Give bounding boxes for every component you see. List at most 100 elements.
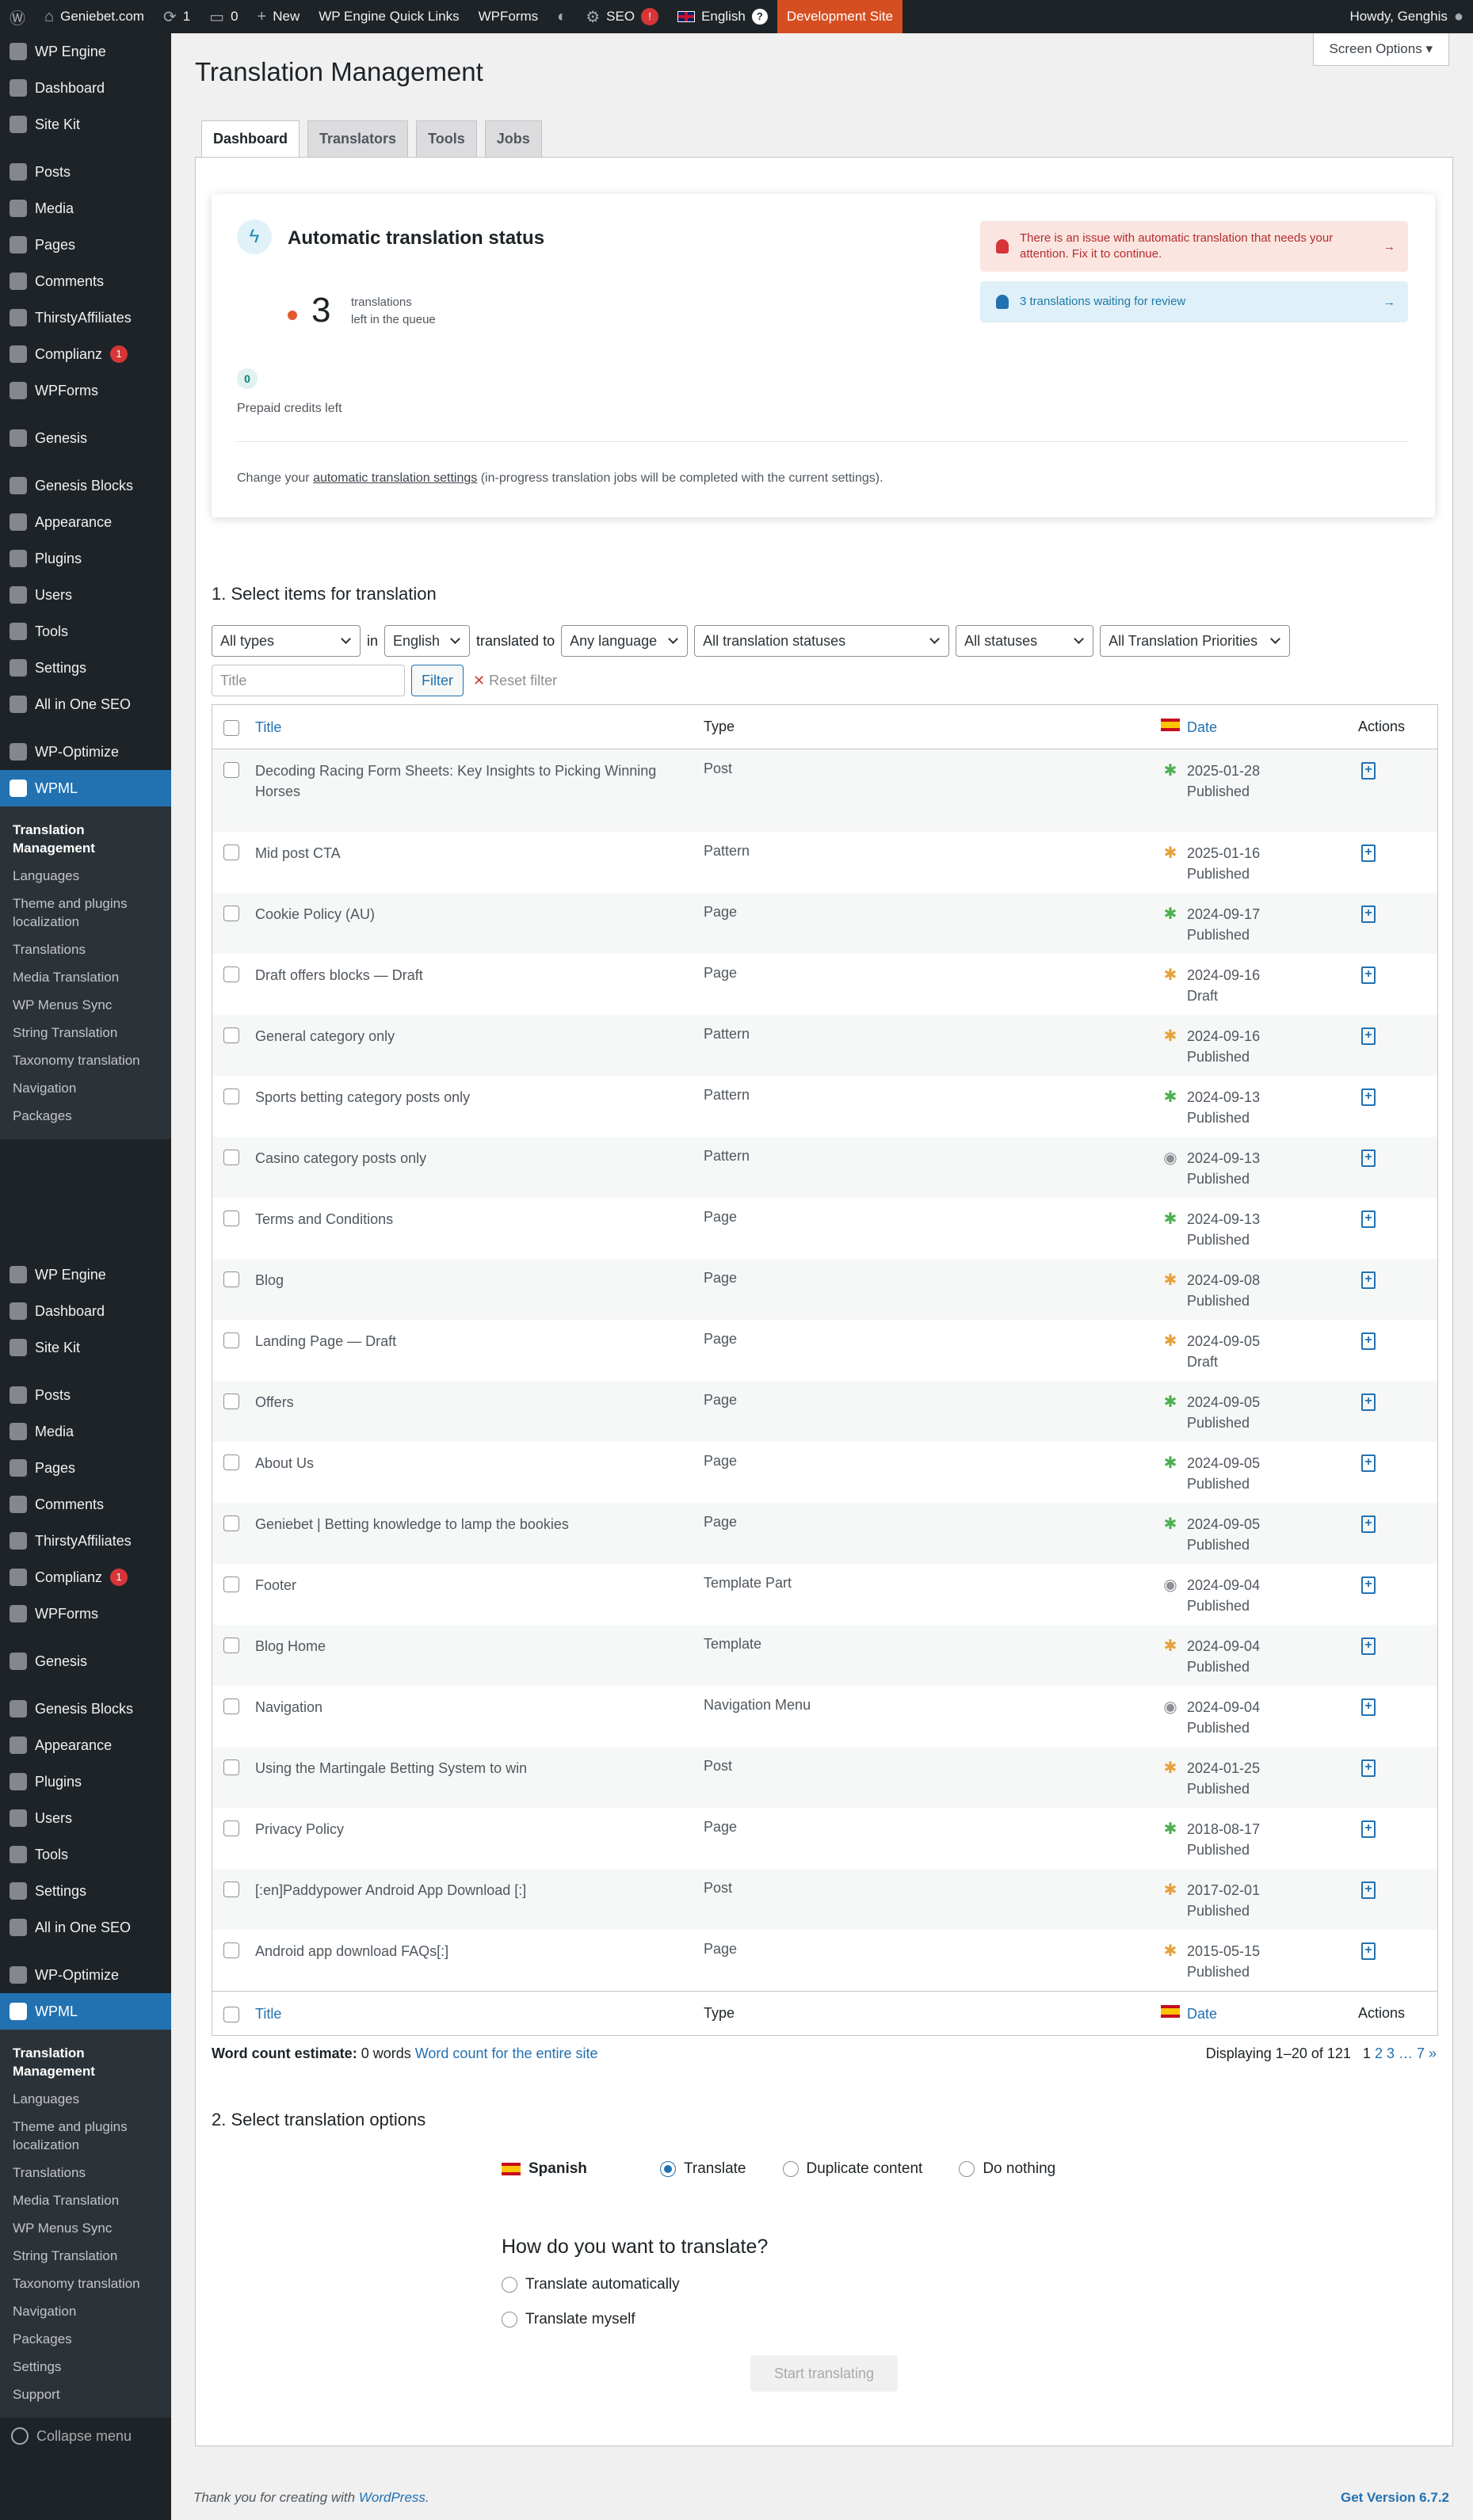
query-monitor-icon[interactable]: ◐ bbox=[548, 0, 576, 33]
submenu-item-string-translation[interactable]: String Translation bbox=[0, 2242, 171, 2270]
sidebar-item-plugins[interactable]: Plugins bbox=[0, 1763, 171, 1800]
sidebar-item-wp-optimize[interactable]: WP-Optimize bbox=[0, 1957, 171, 1993]
translation-pending-icon[interactable]: ✱ bbox=[1154, 1636, 1187, 1656]
sidebar-item-comments[interactable]: Comments bbox=[0, 1486, 171, 1523]
submenu-item-translation-management[interactable]: Translation Management bbox=[0, 816, 171, 862]
sidebar-item-posts[interactable]: Posts bbox=[0, 1377, 171, 1413]
sidebar-item-complianz[interactable]: Complianz 1 bbox=[0, 336, 171, 372]
priority-select[interactable]: All Translation Priorities bbox=[1100, 625, 1291, 657]
row-checkbox[interactable] bbox=[223, 762, 239, 778]
translation-complete-icon[interactable]: ✱ bbox=[1154, 761, 1187, 780]
sidebar-item-posts[interactable]: Posts bbox=[0, 154, 171, 190]
sidebar-item-users[interactable]: Users bbox=[0, 577, 171, 613]
row-checkbox[interactable] bbox=[223, 1820, 239, 1836]
select-all-checkbox-footer[interactable] bbox=[223, 2006, 239, 2022]
add-to-basket-icon[interactable]: + bbox=[1361, 1515, 1376, 1533]
add-to-basket-icon[interactable]: + bbox=[1361, 762, 1376, 780]
target-language-select[interactable]: Any language bbox=[561, 625, 689, 657]
sidebar-item-wpforms[interactable]: WPForms bbox=[0, 372, 171, 409]
add-to-basket-icon[interactable]: + bbox=[1361, 1027, 1376, 1045]
collapse-menu-button[interactable]: Collapse menu bbox=[0, 2418, 171, 2454]
row-checkbox[interactable] bbox=[223, 1149, 239, 1165]
sidebar-item-complianz[interactable]: Complianz 1 bbox=[0, 1559, 171, 1595]
wordpress-link[interactable]: WordPress bbox=[359, 2490, 425, 2505]
comments-link[interactable]: ▭ 0 bbox=[200, 0, 247, 33]
tab-dashboard[interactable]: Dashboard bbox=[201, 120, 300, 158]
translate-myself-radio[interactable]: Translate myself bbox=[502, 2311, 635, 2328]
sidebar-item-wp-engine[interactable]: WP Engine bbox=[0, 1256, 171, 1293]
translation-pending-icon[interactable]: ✱ bbox=[1154, 1026, 1187, 1046]
translation-complete-icon[interactable]: ✱ bbox=[1154, 1453, 1187, 1473]
add-to-basket-icon[interactable]: + bbox=[1361, 844, 1376, 862]
sidebar-item-tools[interactable]: Tools bbox=[0, 613, 171, 650]
new-content-link[interactable]: + New bbox=[248, 0, 310, 33]
select-all-checkbox[interactable] bbox=[223, 719, 239, 736]
add-to-basket-icon[interactable]: + bbox=[1361, 1149, 1376, 1167]
get-version-link[interactable]: Get Version 6.7.2 bbox=[1341, 2490, 1449, 2506]
date-column-footer[interactable]: Date bbox=[1187, 2003, 1358, 2024]
sidebar-item-dashboard[interactable]: Dashboard bbox=[0, 1293, 171, 1329]
row-checkbox[interactable] bbox=[223, 1027, 239, 1043]
translation-complete-icon[interactable]: ✱ bbox=[1154, 1209, 1187, 1229]
sidebar-item-settings[interactable]: Settings bbox=[0, 650, 171, 686]
sidebar-item-dashboard[interactable]: Dashboard bbox=[0, 70, 171, 106]
sidebar-item-genesis[interactable]: Genesis bbox=[0, 420, 171, 456]
submenu-item-media-translation[interactable]: Media Translation bbox=[0, 2186, 171, 2214]
add-to-basket-icon[interactable]: + bbox=[1361, 1698, 1376, 1716]
submenu-item-packages[interactable]: Packages bbox=[0, 2325, 171, 2353]
row-checkbox[interactable] bbox=[223, 905, 239, 921]
sidebar-item-all-in-one-seo[interactable]: All in One SEO bbox=[0, 1909, 171, 1946]
add-to-basket-icon[interactable]: + bbox=[1361, 1637, 1376, 1655]
sidebar-item-appearance[interactable]: Appearance bbox=[0, 504, 171, 540]
automatic-translation-settings-link[interactable]: automatic translation settings bbox=[313, 471, 477, 485]
translation-complete-icon[interactable]: ✱ bbox=[1154, 1819, 1187, 1839]
sidebar-item-wp-optimize[interactable]: WP-Optimize bbox=[0, 734, 171, 770]
eye-icon[interactable]: ◉ bbox=[1154, 1148, 1187, 1168]
add-to-basket-icon[interactable]: + bbox=[1361, 1271, 1376, 1289]
row-checkbox[interactable] bbox=[223, 1210, 239, 1226]
submenu-item-wp-menus-sync[interactable]: WP Menus Sync bbox=[0, 2214, 171, 2242]
review-waiting-alert[interactable]: 3 translations waiting for review → bbox=[980, 281, 1408, 322]
automatic-translation-error-alert[interactable]: There is an issue with automatic transla… bbox=[980, 221, 1408, 272]
submenu-item-support[interactable]: Support bbox=[0, 2381, 171, 2408]
submenu-item-taxonomy-translation[interactable]: Taxonomy translation bbox=[0, 2270, 171, 2297]
word-count-site-link[interactable]: Word count for the entire site bbox=[415, 2045, 598, 2061]
do-nothing-radio[interactable]: Do nothing bbox=[959, 2160, 1055, 2178]
quick-links-menu[interactable]: WP Engine Quick Links bbox=[309, 0, 468, 33]
add-to-basket-icon[interactable]: + bbox=[1361, 966, 1376, 984]
add-to-basket-icon[interactable]: + bbox=[1361, 1210, 1376, 1228]
row-checkbox[interactable] bbox=[223, 1759, 239, 1775]
add-to-basket-icon[interactable]: + bbox=[1361, 1088, 1376, 1106]
submenu-item-packages[interactable]: Packages bbox=[0, 1102, 171, 1130]
add-to-basket-icon[interactable]: + bbox=[1361, 1576, 1376, 1594]
sidebar-item-thirstyaffiliates[interactable]: ThirstyAffiliates bbox=[0, 1523, 171, 1559]
translation-pending-icon[interactable]: ✱ bbox=[1154, 1941, 1187, 1961]
row-checkbox[interactable] bbox=[223, 1271, 239, 1287]
source-language-select[interactable]: English bbox=[384, 625, 471, 657]
translation-complete-icon[interactable]: ✱ bbox=[1154, 1514, 1187, 1534]
translation-pending-icon[interactable]: ✱ bbox=[1154, 965, 1187, 985]
eye-icon[interactable]: ◉ bbox=[1154, 1575, 1187, 1595]
post-status-select[interactable]: All statuses bbox=[956, 625, 1094, 657]
development-site-badge[interactable]: Development Site bbox=[777, 0, 903, 33]
sidebar-item-pages[interactable]: Pages bbox=[0, 227, 171, 263]
start-translating-button[interactable]: Start translating bbox=[750, 2355, 898, 2392]
add-to-basket-icon[interactable]: + bbox=[1361, 905, 1376, 923]
row-checkbox[interactable] bbox=[223, 1881, 239, 1897]
translate-radio[interactable]: Translate bbox=[660, 2160, 746, 2178]
translation-pending-icon[interactable]: ✱ bbox=[1154, 843, 1187, 863]
sidebar-item-site-kit[interactable]: Site Kit bbox=[0, 106, 171, 143]
row-checkbox[interactable] bbox=[223, 1332, 239, 1348]
sidebar-item-wpforms[interactable]: WPForms bbox=[0, 1595, 171, 1632]
row-checkbox[interactable] bbox=[223, 1942, 239, 1958]
row-checkbox[interactable] bbox=[223, 1393, 239, 1409]
add-to-basket-icon[interactable]: + bbox=[1361, 1942, 1376, 1960]
sidebar-item-tools[interactable]: Tools bbox=[0, 1836, 171, 1873]
page-links[interactable]: 2 3 … 7 » bbox=[1375, 2045, 1437, 2061]
submenu-item-taxonomy-translation[interactable]: Taxonomy translation bbox=[0, 1047, 171, 1074]
submenu-item-languages[interactable]: Languages bbox=[0, 862, 171, 890]
translation-pending-icon[interactable]: ✱ bbox=[1154, 1270, 1187, 1290]
seo-menu[interactable]: ⚙ SEO! bbox=[576, 0, 668, 33]
submenu-item-media-translation[interactable]: Media Translation bbox=[0, 963, 171, 991]
account-menu[interactable]: Howdy, Genghis ● bbox=[1340, 0, 1473, 33]
